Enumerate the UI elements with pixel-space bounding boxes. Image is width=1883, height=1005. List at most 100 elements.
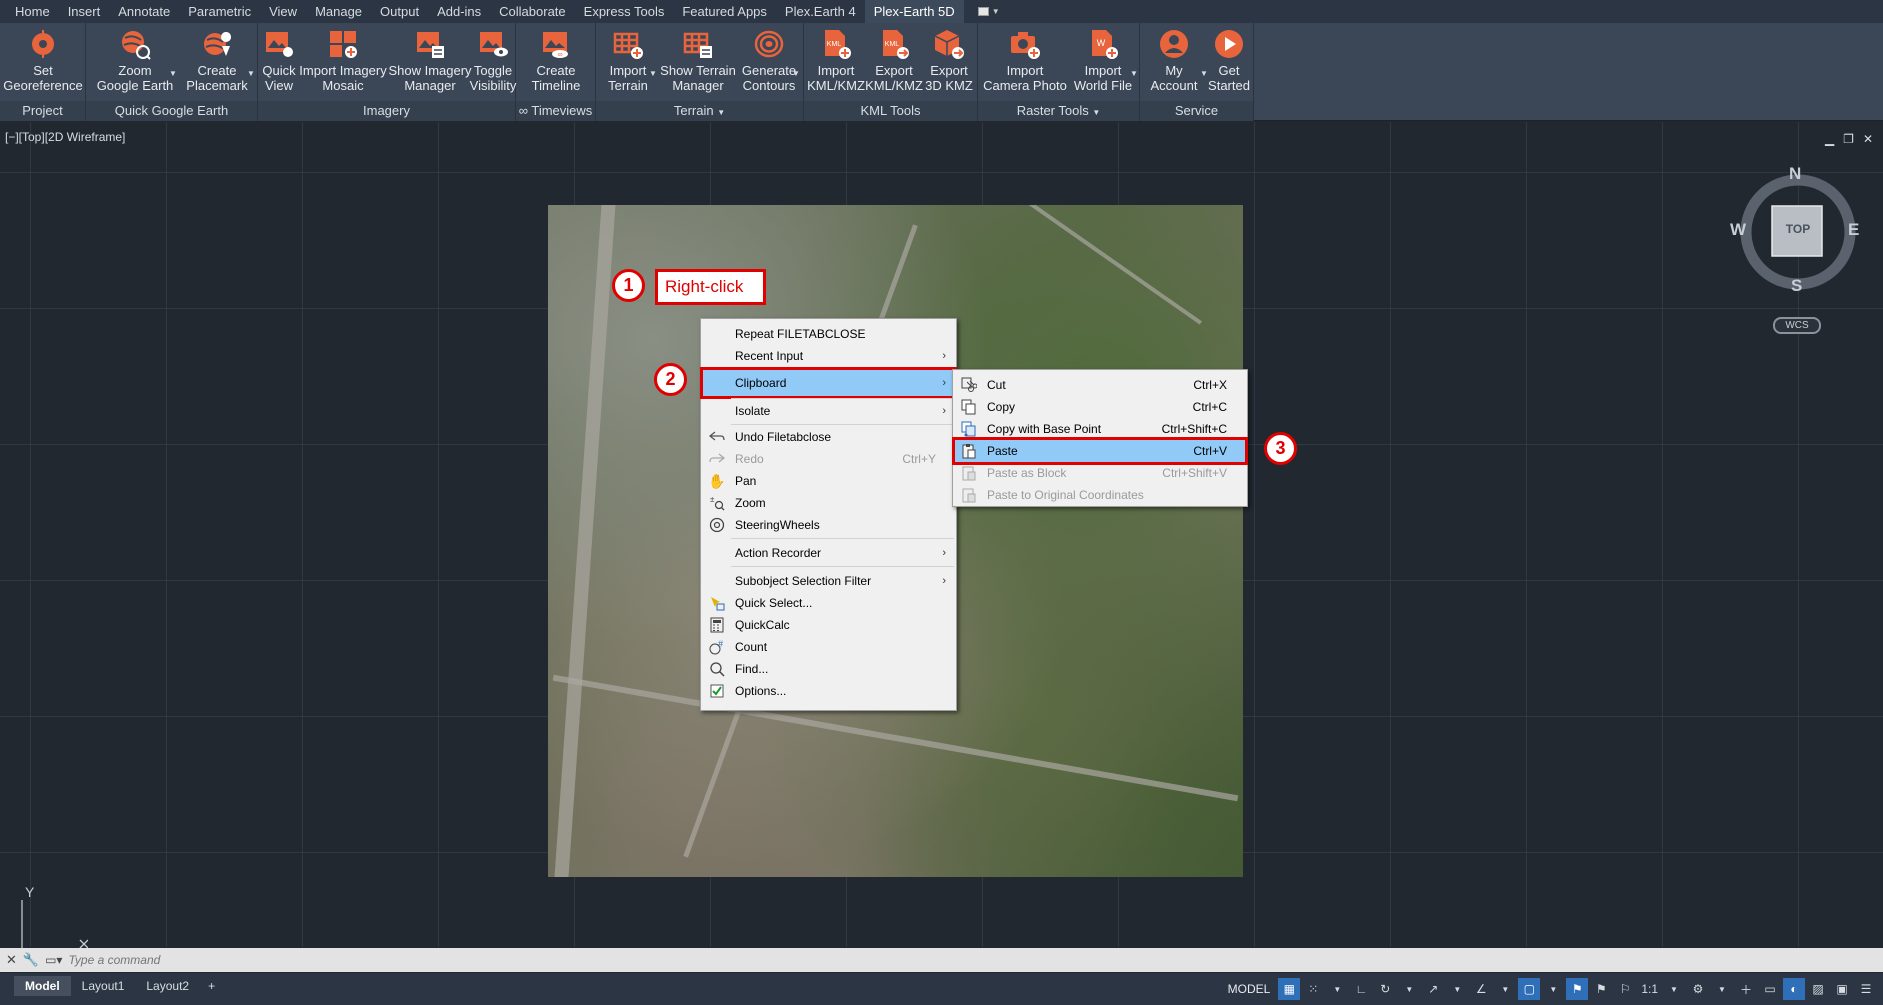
get-started-button[interactable]: Get Started bbox=[1208, 27, 1250, 93]
chevron-down-icon[interactable]: ▼ bbox=[1200, 69, 1208, 78]
toggle-visibility-button[interactable]: Toggle Visibility bbox=[470, 27, 516, 93]
units-icon[interactable]: ▭ bbox=[1759, 978, 1781, 1000]
add-layout-button[interactable]: + bbox=[200, 976, 223, 996]
menu-item-count[interactable]: # Count bbox=[703, 636, 954, 658]
annotation-scale-icon[interactable]: ⚐ bbox=[1614, 978, 1636, 1000]
viewport-controls-label[interactable]: [−][Top][2D Wireframe] bbox=[5, 130, 125, 144]
import-kml-kmz-button[interactable]: KML Import KML/KMZ bbox=[807, 27, 865, 93]
annotation-scale-value[interactable]: 1:1 bbox=[1638, 978, 1661, 1000]
tab-output[interactable]: Output bbox=[371, 0, 428, 23]
chevron-down-icon[interactable]: ▼ bbox=[792, 69, 800, 78]
grid-icon[interactable]: ▦ bbox=[1278, 978, 1301, 1000]
set-georeference-button[interactable]: Set Georeference bbox=[3, 27, 83, 93]
workspace-toggle[interactable]: ▼ bbox=[977, 6, 1000, 18]
menu-item-undo[interactable]: Undo Filetabclose bbox=[703, 426, 954, 448]
tab-add-ins[interactable]: Add-ins bbox=[428, 0, 490, 23]
tab-plex-earth-5d[interactable]: Plex-Earth 5D bbox=[864, 0, 964, 23]
export-kml-kmz-button[interactable]: KML Export KML/KMZ bbox=[865, 27, 923, 93]
import-imagery-mosaic-button[interactable]: Import Imagery Mosaic bbox=[299, 27, 387, 93]
object-snap-icon[interactable]: ▢ bbox=[1518, 978, 1541, 1000]
snap-icon[interactable]: ⁙ bbox=[1302, 978, 1324, 1000]
ortho-icon[interactable]: ∟ bbox=[1350, 978, 1372, 1000]
minimize-icon[interactable]: ▁ bbox=[1825, 132, 1834, 146]
menu-item-redo[interactable]: Redo Ctrl+Y bbox=[703, 448, 954, 470]
create-placemark-button[interactable]: Create Placemark bbox=[180, 27, 254, 93]
menu-item-steeringwheels[interactable]: SteeringWheels bbox=[703, 514, 954, 536]
compass-east[interactable]: E bbox=[1848, 220, 1859, 240]
tab-annotate[interactable]: Annotate bbox=[109, 0, 179, 23]
close-icon[interactable]: ✕ bbox=[6, 952, 17, 968]
tab-view[interactable]: View bbox=[260, 0, 306, 23]
create-timeline-button[interactable]: ∞ Create Timeline bbox=[520, 27, 592, 93]
chevron-down-icon[interactable]: ▼ bbox=[649, 69, 657, 78]
tab-plex-earth-4[interactable]: Plex.Earth 4 bbox=[776, 0, 865, 23]
menu-item-options[interactable]: Options... bbox=[703, 680, 954, 702]
wcs-menu[interactable]: WCS bbox=[1773, 317, 1821, 334]
viewcube-top-face[interactable]: TOP bbox=[1736, 222, 1860, 236]
export-3d-kmz-button[interactable]: Export 3D KMZ bbox=[924, 27, 974, 93]
menu-item-copy-with-base-point[interactable]: Copy with Base Point Ctrl+Shift+C bbox=[955, 418, 1245, 440]
menu-item-isolate[interactable]: Isolate › bbox=[703, 400, 954, 422]
command-input[interactable] bbox=[68, 950, 1769, 970]
polar-icon[interactable]: ↻ bbox=[1374, 978, 1396, 1000]
object-snap-tracking-icon[interactable]: ↗ bbox=[1422, 978, 1444, 1000]
compass-north[interactable]: N bbox=[1789, 164, 1801, 184]
layout-tab-layout2[interactable]: Layout2 bbox=[135, 976, 200, 996]
chevron-down-icon[interactable]: ▼ bbox=[1542, 978, 1564, 1000]
chevron-down-icon[interactable]: ▼ bbox=[1326, 978, 1348, 1000]
wrench-icon[interactable]: 🔧 bbox=[23, 952, 39, 968]
import-terrain-button[interactable]: Import Terrain bbox=[606, 27, 650, 93]
menu-item-quickcalc[interactable]: QuickCalc bbox=[703, 614, 954, 636]
tab-featured-apps[interactable]: Featured Apps bbox=[673, 0, 776, 23]
menu-item-find[interactable]: Find... bbox=[703, 658, 954, 680]
compass-west[interactable]: W bbox=[1730, 220, 1746, 240]
restore-icon[interactable]: ❐ bbox=[1843, 132, 1854, 146]
isolate-objects-icon[interactable]: ◐ bbox=[1783, 978, 1805, 1000]
chevron-down-icon[interactable]: ▼ bbox=[1446, 978, 1468, 1000]
model-space-button[interactable]: MODEL bbox=[1222, 978, 1277, 1000]
clean-screen-icon[interactable]: ▣ bbox=[1831, 978, 1853, 1000]
layout-tab-model[interactable]: Model bbox=[14, 976, 71, 996]
angle-icon[interactable]: ∠ bbox=[1470, 978, 1492, 1000]
menu-item-subobject-filter[interactable]: Subobject Selection Filter › bbox=[703, 570, 954, 592]
chevron-down-icon[interactable]: ▼ bbox=[1711, 978, 1733, 1000]
chevron-down-icon[interactable]: ▼ bbox=[1398, 978, 1420, 1000]
gear-icon[interactable]: ⚙ bbox=[1687, 978, 1709, 1000]
quick-view-button[interactable]: Quick View bbox=[260, 27, 298, 93]
tab-home[interactable]: Home bbox=[6, 0, 59, 23]
plus-icon[interactable]: ＋ bbox=[1735, 978, 1757, 1000]
my-account-button[interactable]: My Account bbox=[1148, 27, 1200, 93]
show-imagery-manager-button[interactable]: Show Imagery Manager bbox=[388, 27, 472, 93]
compass-south[interactable]: S bbox=[1791, 276, 1802, 296]
chevron-down-icon[interactable]: ▼ bbox=[1130, 69, 1138, 78]
layout-tab-layout1[interactable]: Layout1 bbox=[71, 976, 136, 996]
chevron-down-icon[interactable]: ▼ bbox=[247, 69, 255, 78]
show-terrain-manager-button[interactable]: Show Terrain Manager bbox=[658, 27, 738, 93]
menu-item-recent-input[interactable]: Recent Input › bbox=[703, 345, 954, 367]
close-icon[interactable]: ✕ bbox=[1863, 132, 1873, 146]
menu-item-zoom[interactable]: ± Zoom bbox=[703, 492, 954, 514]
menu-item-pan[interactable]: ✋ Pan bbox=[703, 470, 954, 492]
menu-item-action-recorder[interactable]: Action Recorder › bbox=[703, 542, 954, 564]
menu-item-clipboard[interactable]: Clipboard › bbox=[700, 367, 957, 399]
auto-scale-icon[interactable]: ⚑ bbox=[1590, 978, 1612, 1000]
menu-item-quick-select[interactable]: Quick Select... bbox=[703, 592, 954, 614]
chevron-down-icon[interactable]: ▼ bbox=[1494, 978, 1516, 1000]
tab-express-tools[interactable]: Express Tools bbox=[575, 0, 674, 23]
group-label-terrain[interactable]: Terrain ▼ bbox=[596, 101, 803, 121]
customization-menu-icon[interactable]: ☰ bbox=[1855, 978, 1877, 1000]
chevron-down-icon[interactable]: ▼ bbox=[169, 69, 177, 78]
menu-item-paste-to-original-coordinates[interactable]: Paste to Original Coordinates bbox=[955, 484, 1245, 506]
viewcube[interactable]: TOP N S W E bbox=[1730, 164, 1860, 296]
menu-item-repeat[interactable]: Repeat FILETABCLOSE bbox=[703, 323, 954, 345]
tab-collaborate[interactable]: Collaborate bbox=[490, 0, 575, 23]
import-camera-photo-button[interactable]: Import Camera Photo bbox=[982, 27, 1068, 93]
menu-item-cut[interactable]: Cut Ctrl+X bbox=[955, 374, 1245, 396]
command-history-icon[interactable]: ▭▾ bbox=[45, 953, 62, 967]
menu-item-paste[interactable]: Paste Ctrl+V bbox=[952, 437, 1248, 465]
group-label-raster-tools[interactable]: Raster Tools ▼ bbox=[978, 101, 1139, 121]
menu-item-copy[interactable]: Copy Ctrl+C bbox=[955, 396, 1245, 418]
zoom-google-earth-button[interactable]: Zoom Google Earth bbox=[94, 27, 176, 93]
tab-insert[interactable]: Insert bbox=[59, 0, 110, 23]
tab-manage[interactable]: Manage bbox=[306, 0, 371, 23]
